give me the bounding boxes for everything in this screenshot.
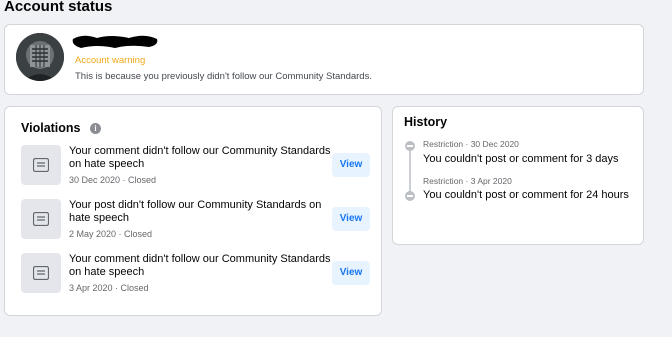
violation-item: Your post didn't follow our Community St… — [21, 199, 371, 243]
violations-card: Violations i Your comment didn't follow … — [4, 106, 382, 316]
history-text: You couldn't post or comment for 24 hour… — [423, 189, 629, 201]
violation-meta: 30 Dec 2020 · Closed — [69, 175, 157, 185]
history-title: History — [404, 115, 448, 129]
timeline-dot-icon — [405, 141, 415, 151]
document-icon — [21, 145, 61, 185]
history-card: History Restriction · 30 Dec 2020 You co… — [392, 106, 644, 245]
page-title: Account status — [4, 0, 113, 15]
document-icon — [21, 199, 61, 239]
history-meta: Restriction · 3 Apr 2020 — [423, 176, 512, 186]
view-button[interactable]: View — [332, 153, 370, 177]
violation-meta: 2 May 2020 · Closed — [69, 229, 153, 239]
view-button[interactable]: View — [332, 261, 370, 285]
violation-item: Your comment didn't follow our Community… — [21, 145, 371, 189]
violation-text: Your comment didn't follow our Community… — [69, 253, 331, 278]
account-warning-label: Account warning — [75, 55, 146, 66]
avatar[interactable] — [16, 33, 64, 81]
violation-item: Your comment didn't follow our Community… — [21, 253, 371, 297]
document-icon — [21, 253, 61, 293]
violation-meta: 3 Apr 2020 · Closed — [69, 283, 149, 293]
view-button[interactable]: View — [332, 207, 370, 231]
info-icon[interactable]: i — [90, 123, 101, 134]
violation-text: Your comment didn't follow our Community… — [69, 145, 331, 170]
violations-title: Violations — [21, 121, 81, 135]
history-meta: Restriction · 30 Dec 2020 — [423, 139, 519, 149]
violation-text: Your post didn't follow our Community St… — [69, 199, 322, 224]
account-warning-description: This is because you previously didn't fo… — [75, 71, 372, 82]
timeline-dot-icon — [405, 191, 415, 201]
history-text: You couldn't post or comment for 3 days — [423, 153, 619, 165]
account-status-card: Account warning This is because you prev… — [4, 24, 644, 95]
redacted-name — [72, 35, 158, 48]
